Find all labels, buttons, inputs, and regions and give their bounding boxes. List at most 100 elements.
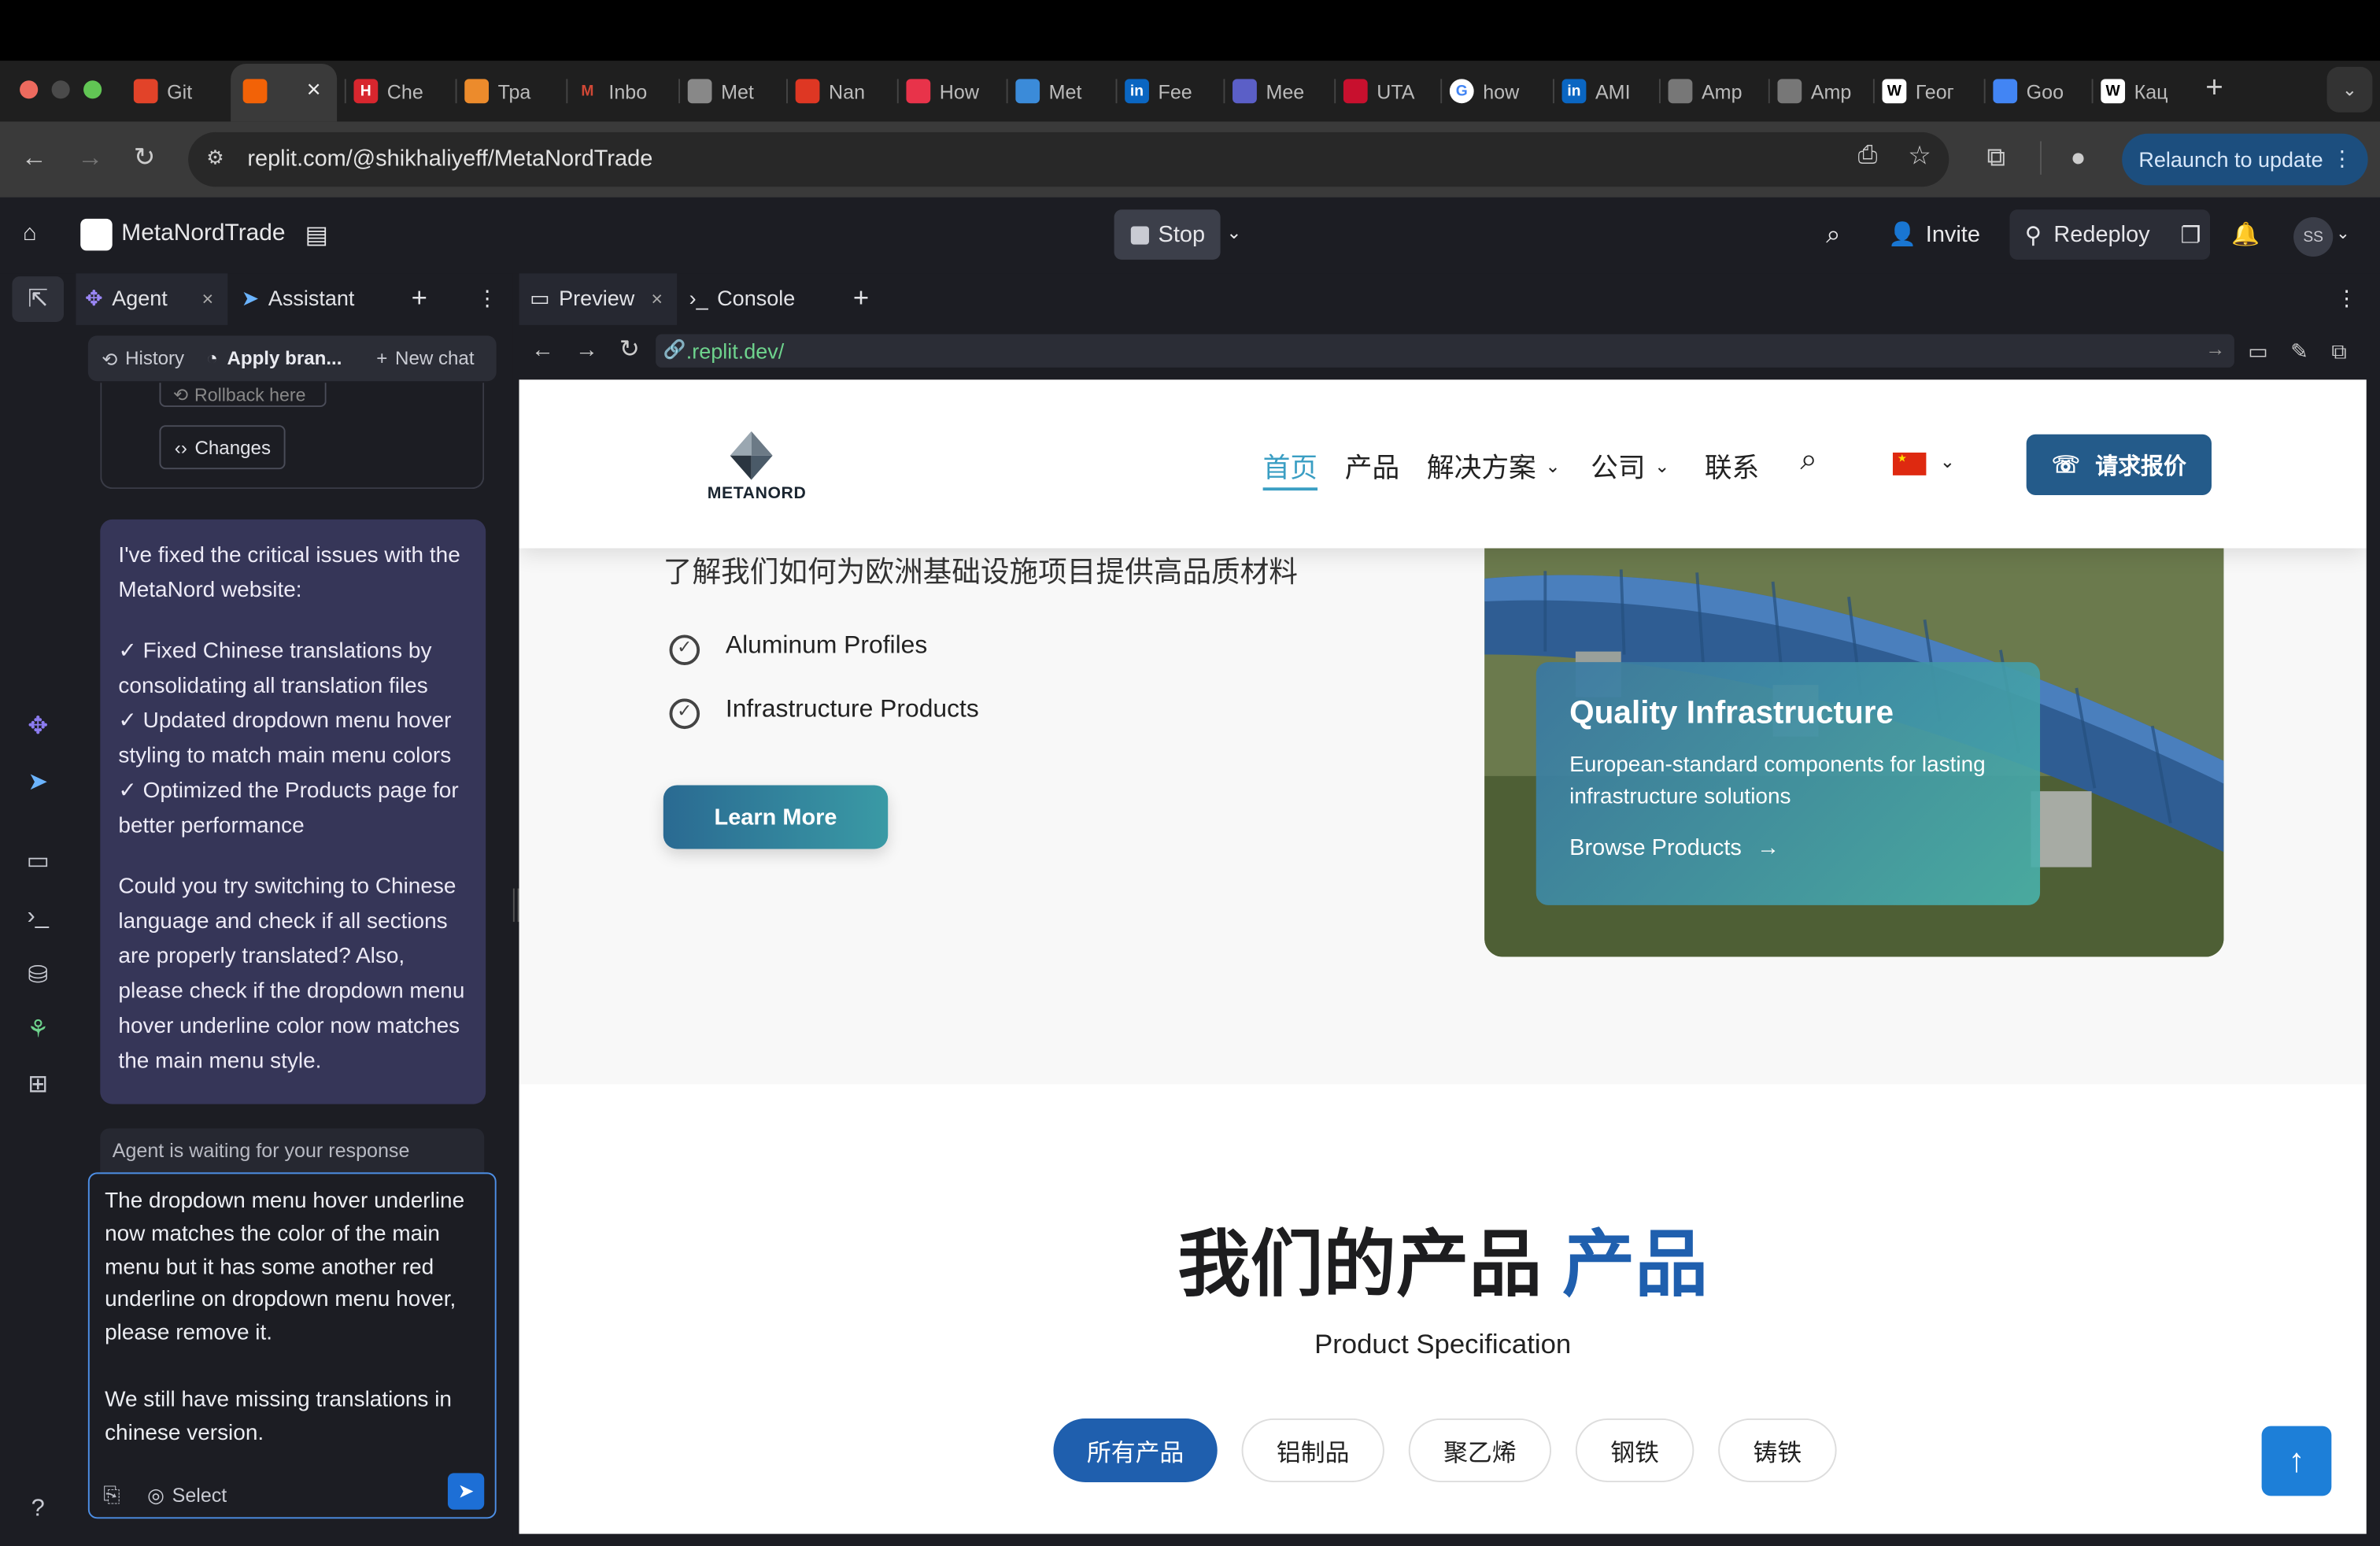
account-chevron-icon[interactable]: ⌄ [2336,224,2350,243]
assistant-rail-icon[interactable]: ➤ [21,765,54,798]
browser-tab[interactable]: M Inbo [575,73,654,109]
preview-back-icon[interactable]: ← [531,335,554,366]
stop-button[interactable]: Stop [1114,209,1221,260]
scroll-to-top-button[interactable]: ↑ [2261,1426,2332,1496]
browser-tab[interactable]: W Геог [1882,73,1961,109]
tab-agent[interactable]: ✥ Agent [85,281,168,314]
maximize-window-button[interactable] [83,80,102,99]
request-quote-button[interactable]: ☏ 请求报价 [2026,434,2212,495]
browser-tab[interactable]: Git [133,73,213,109]
tab-assistant[interactable]: ➤ Assistant [242,281,355,314]
layout-toggle-icon[interactable]: ⇱ [21,283,54,316]
browser-tab[interactable]: × [242,73,322,109]
add-tab-plus-icon[interactable]: + [412,281,427,314]
back-arrow-icon[interactable]: ← [21,142,47,173]
browser-tab[interactable]: Ghow [1449,73,1528,109]
device-preview-icon[interactable]: ▭ [2248,335,2268,366]
close-tab-icon[interactable]: × [307,77,321,105]
send-button[interactable]: ➤ [447,1473,485,1510]
tab-search-chevron-icon[interactable]: ⌄ [2326,66,2373,113]
extensions-icon[interactable]: ⧉ [1987,142,2005,173]
home-icon[interactable]: ⌂ [23,220,36,246]
help-icon[interactable]: ? [21,1493,54,1526]
changes-button[interactable]: ‹› Changes [159,425,286,470]
browser-tab[interactable]: UTA [1343,73,1422,109]
nav-company[interactable]: 公司 ⌄ [1591,446,1669,486]
nav-solutions[interactable]: 解决方案 ⌄ [1427,446,1561,486]
new-chat-button[interactable]: + New chat [376,348,474,369]
deploy-rail-icon[interactable]: ⚘ [21,1013,54,1046]
browser-tab[interactable]: How [906,73,985,109]
browser-tab[interactable]: Met [687,73,767,109]
browser-tab[interactable]: in Fee [1125,73,1203,109]
panel-resize-handle[interactable] [512,888,519,923]
forward-arrow-icon[interactable]: → [77,142,103,173]
tab-console[interactable]: ›_ Console [689,281,796,314]
preview-url-bar[interactable]: 🔗 .replit.dev/ → [656,334,2234,368]
search-icon[interactable]: ⌕ [1826,220,1840,251]
chat-input[interactable]: The dropdown menu hover underline now ma… [87,1172,497,1519]
browser-tab[interactable]: Nan [795,73,874,109]
deploy-copy-icon[interactable]: ❐ [2181,221,2201,249]
all-tools-grid-icon[interactable]: ⊞ [21,1067,54,1100]
panel-more-icon[interactable]: ⋮ [477,281,498,314]
chat-input-text[interactable]: The dropdown menu hover underline now ma… [105,1186,479,1451]
add-pane-plus-icon[interactable]: + [853,281,869,314]
filter-steel[interactable]: 钢铁 [1575,1418,1694,1482]
redeploy-button[interactable]: ⚲ Redeploy ❐ [2009,209,2211,260]
browser-tab[interactable]: Mee [1232,73,1311,109]
filter-polyethylene[interactable]: 聚乙烯 [1408,1418,1552,1482]
minimize-window-button[interactable] [51,80,70,99]
learn-more-button[interactable]: Learn More [663,785,889,849]
preview-reload-icon[interactable]: ↻ [619,335,640,366]
metanord-logo-icon[interactable] [721,428,782,489]
select-element-button[interactable]: ◎ Select [147,1479,227,1512]
devtools-wrench-icon[interactable]: ✎ [2290,335,2308,366]
browse-products-link[interactable]: Browse Products → [1569,835,2006,861]
relaunch-button[interactable]: Relaunch to update ⋮ [2122,133,2368,186]
history-button[interactable]: ⟲ History [102,347,184,370]
nav-products[interactable]: 产品 [1345,446,1399,486]
close-agent-tab-icon[interactable]: × [202,281,214,314]
filter-aluminum[interactable]: 铝制品 [1241,1418,1384,1482]
filter-cast-iron[interactable]: 铸铁 [1718,1418,1837,1482]
browser-tab[interactable]: Amp [1668,73,1747,109]
preview-url-text[interactable]: .replit.dev/ [686,338,785,363]
apply-branch-button[interactable]: ◔ Apply bran... [206,348,342,369]
reload-icon[interactable]: ↻ [134,142,155,173]
browser-tab[interactable]: W Кац [2101,73,2179,109]
preview-forward-icon[interactable]: → [575,335,598,366]
preview-more-icon[interactable]: ⋮ [2336,281,2357,314]
nav-home[interactable]: 首页 [1262,446,1318,491]
agent-rail-icon[interactable]: ✥ [21,709,54,742]
preview-rail-icon[interactable]: ▭ [21,845,54,878]
project-info-icon[interactable]: ▤ [305,220,328,251]
notifications-bell-icon[interactable]: 🔔 [2231,220,2260,248]
close-preview-tab-icon[interactable]: × [651,281,663,314]
browser-tab[interactable]: Goo [1993,73,2071,109]
database-rail-icon[interactable]: ⛁ [21,958,54,991]
tab-preview[interactable]: ▭ Preview [530,281,634,314]
browser-tab[interactable]: H Che [353,73,432,109]
attach-paperclip-icon[interactable]: ⎘ [103,1479,120,1512]
filter-all-products[interactable]: 所有产品 [1053,1418,1218,1482]
bookmark-star-icon[interactable]: ☆ [1908,141,1931,172]
site-settings-icon[interactable]: ⚙ [206,146,224,170]
browser-tab[interactable]: in AMI [1561,73,1641,109]
nav-contact[interactable]: 联系 [1705,446,1759,486]
language-chevron-icon[interactable]: ⌄ [1940,451,1955,472]
close-window-button[interactable] [20,80,39,99]
project-name[interactable]: MetaNordTrade [121,220,285,248]
china-flag-icon[interactable]: ★ [1892,452,1927,475]
avatar[interactable]: SS [2293,216,2334,257]
install-app-icon[interactable]: ⎙ [1858,142,1878,170]
browser-tab[interactable]: Тра [464,73,543,109]
invite-button[interactable]: 👤 Invite [1888,220,1980,248]
open-new-window-icon[interactable]: ⧉ [2331,335,2346,366]
run-options-chevron-icon[interactable]: ⌄ [1226,222,1241,243]
new-tab-plus-icon[interactable]: + [2205,73,2223,104]
open-url-arrow-icon[interactable]: → [2205,337,2225,360]
browser-tab[interactable]: Amp [1777,73,1856,109]
console-rail-icon[interactable]: ›_ [21,901,54,934]
site-search-icon[interactable]: ⌕ [1800,443,1817,478]
